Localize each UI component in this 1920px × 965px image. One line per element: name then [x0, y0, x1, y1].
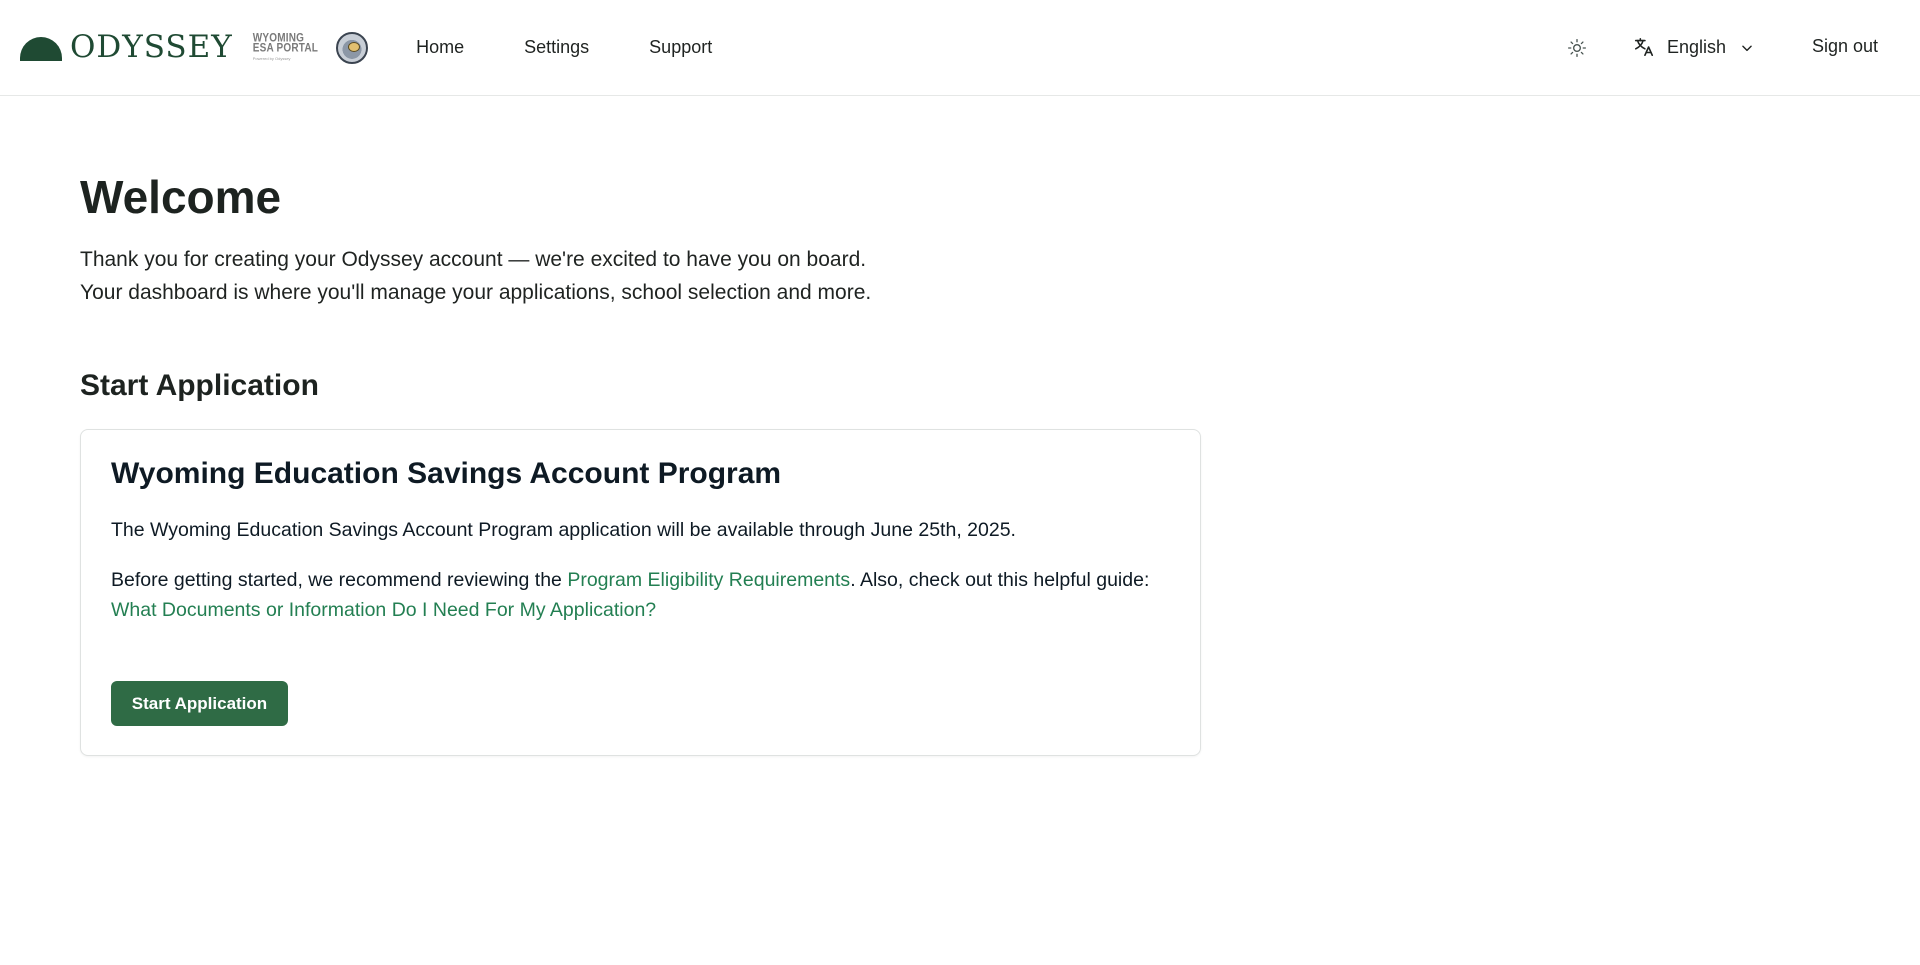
main-nav: Home Settings Support	[416, 37, 772, 58]
main-content: Welcome Thank you for creating your Odys…	[80, 171, 1201, 756]
eligibility-requirements-link[interactable]: Program Eligibility Requirements	[567, 569, 850, 591]
sign-out-link[interactable]: Sign out	[1812, 36, 1878, 57]
program-card-title: Wyoming Education Savings Account Progra…	[111, 457, 782, 490]
intro-line-2: Your dashboard is where you'll manage yo…	[80, 280, 872, 304]
piggy-bank-shape	[348, 41, 361, 52]
nav-settings-link[interactable]: Settings	[524, 37, 589, 58]
portal-logo-line3: Powered by Odyssey	[252, 56, 291, 61]
chevron-down-icon	[1742, 45, 1752, 52]
language-selector[interactable]: English	[1633, 36, 1754, 58]
odyssey-logo[interactable]: ODYSSEY	[20, 32, 233, 63]
intro-line-1: Thank you for creating your Odyssey acco…	[80, 247, 867, 271]
documents-guide-link[interactable]: What Documents or Information Do I Need …	[111, 599, 656, 621]
guide-middle: . Also, check out this helpful guide:	[850, 569, 1150, 591]
sun-icon[interactable]	[1567, 38, 1587, 58]
page-title: Welcome	[80, 171, 282, 223]
brand-name: ODYSSEY	[70, 29, 233, 65]
nav-support-link[interactable]: Support	[649, 37, 712, 58]
program-availability-text: The Wyoming Education Savings Account Pr…	[111, 519, 1016, 541]
portal-logo-line2: ESA PORTAL	[252, 41, 319, 55]
section-title: Start Application	[80, 368, 319, 402]
language-label: English	[1667, 36, 1727, 57]
program-guide-text: Before getting started, we recommend rev…	[111, 565, 1171, 625]
odyssey-logo-mark	[20, 36, 62, 61]
guide-prefix: Before getting started, we recommend rev…	[111, 569, 568, 591]
wyoming-esa-portal-logo: WYOMING ESA PORTAL Powered by Odyssey	[252, 32, 319, 61]
program-card: Wyoming Education Savings Account Progra…	[80, 429, 1201, 756]
piggy-bank-seal-icon	[336, 31, 369, 64]
top-navigation-bar: ODYSSEY WYOMING ESA PORTAL Powered by Od…	[0, 0, 1920, 96]
nav-home-link[interactable]: Home	[416, 37, 464, 58]
start-application-button[interactable]: Start Application	[111, 681, 288, 726]
welcome-intro: Thank you for creating your Odyssey acco…	[80, 243, 1200, 309]
translate-icon	[1634, 37, 1654, 57]
